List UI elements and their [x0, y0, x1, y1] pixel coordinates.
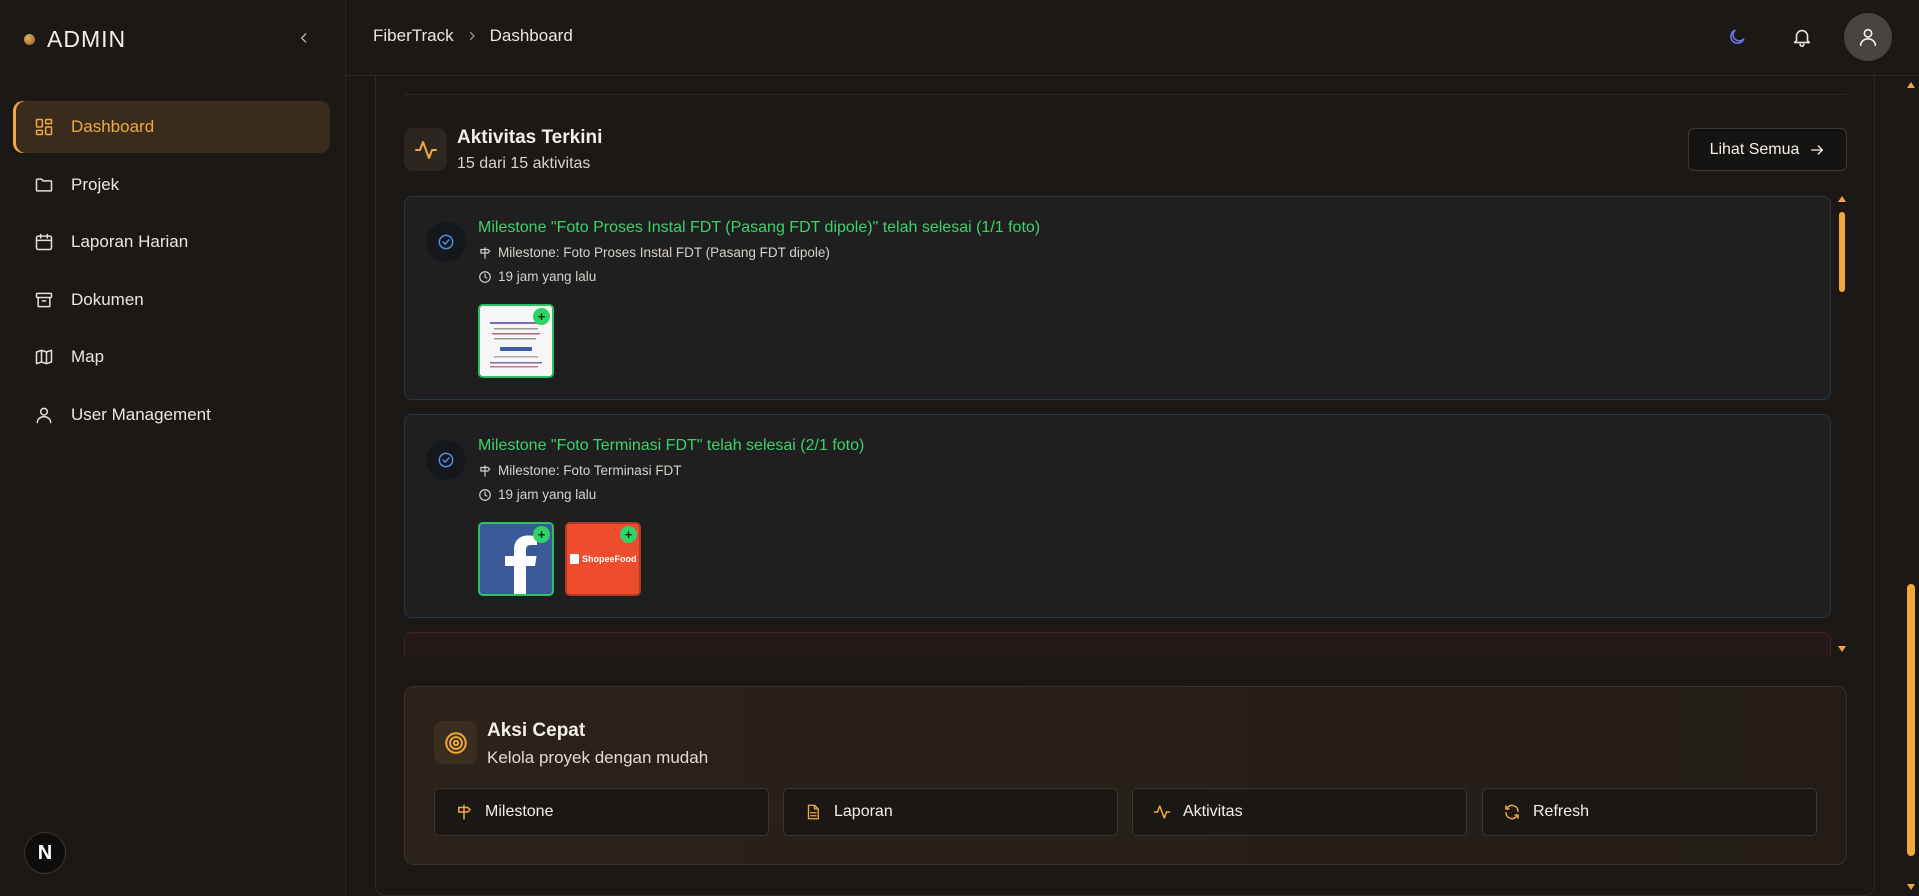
see-all-label: Lihat Semua [1709, 140, 1800, 158]
aktivitas-button-label: Aktivitas [1183, 803, 1243, 820]
breadcrumb: FiberTrack Dashboard [373, 26, 573, 46]
brand: ADMIN [24, 24, 126, 54]
arrow-right-icon [1811, 144, 1824, 155]
chevron-right-icon [466, 30, 478, 42]
signpost-icon [480, 464, 491, 477]
clock-icon [479, 270, 491, 283]
top-header: FiberTrack Dashboard [346, 0, 1919, 76]
quick-actions-subtitle: Kelola proyek dengan mudah [487, 748, 709, 767]
sidebar-item-user-management[interactable]: User Management [13, 389, 330, 441]
time-label: 19 jam yang lalu [498, 269, 597, 284]
plus-icon: + [620, 526, 637, 543]
shopeefood-logo-text: ShopeeFood [582, 554, 637, 564]
laporan-button-label: Laporan [834, 803, 893, 820]
sidebar-item-label: User Management [71, 404, 211, 424]
activity-time: 19 jam yang lalu [478, 487, 596, 502]
target-icon [444, 731, 467, 754]
activity-icon [1153, 805, 1171, 819]
scrollbar-thumb[interactable] [1907, 584, 1915, 856]
brand-logo-icon [24, 33, 35, 45]
check-circle-icon [426, 222, 466, 262]
scrollbar-thumb[interactable] [1839, 212, 1845, 292]
activity-card[interactable]: Milestone "Foto Terminasi FDT" telah sel… [404, 414, 1831, 618]
moon-icon [1730, 29, 1745, 44]
brand-title: ADMIN [47, 25, 127, 52]
activity-title: Aktivitas Terkini [457, 127, 603, 148]
grid-icon [33, 116, 55, 138]
milestone-button-label: Milestone [485, 803, 554, 820]
n-badge[interactable]: N [24, 832, 66, 874]
activity-feed[interactable]: Milestone "Foto Proses Instal FDT (Pasan… [404, 196, 1831, 656]
photo-thumbnail[interactable]: ShopeeFood + [565, 522, 641, 596]
scroll-up-icon [1838, 196, 1846, 202]
page-scrollbar[interactable] [1904, 76, 1918, 896]
refresh-button[interactable]: Refresh [1482, 788, 1817, 836]
scroll-down-icon [1838, 646, 1846, 652]
sidebar-nav: Dashboard Projek Laporan Harian Dokumen … [13, 101, 330, 446]
sidebar-item-label: Dashboard [71, 117, 155, 136]
clock-icon [479, 488, 491, 501]
theme-toggle-button[interactable] [1717, 17, 1757, 57]
folder-icon [33, 174, 55, 196]
activity-card[interactable]: Milestone "Foto Proses Instal FDT (Pasan… [404, 196, 1831, 400]
feed-scrollbar[interactable] [1838, 196, 1846, 652]
scroll-down-icon [1907, 884, 1915, 890]
sidebar-item-map[interactable]: Map [13, 331, 330, 383]
collapse-sidebar-button[interactable] [290, 24, 318, 52]
milestone-label: Milestone: Foto Proses Instal FDT (Pasan… [498, 245, 830, 260]
user-icon [33, 404, 55, 426]
activity-title-text: Milestone "Foto Terminasi FDT" telah sel… [478, 437, 865, 454]
photo-thumbnail[interactable]: + [478, 304, 554, 378]
user-avatar-button[interactable] [1844, 13, 1892, 61]
refresh-icon [1505, 804, 1519, 820]
activity-icon-box [404, 128, 447, 171]
signpost-icon [480, 246, 491, 259]
breadcrumb-item-fibertrack[interactable]: FiberTrack [373, 26, 454, 46]
scroll-up-icon [1907, 82, 1915, 88]
quick-actions-title: Aksi Cepat [487, 720, 586, 741]
aktivitas-button[interactable]: Aktivitas [1132, 788, 1467, 836]
check-circle-icon [426, 440, 466, 480]
activity-icon [414, 140, 437, 159]
divider [404, 94, 1846, 95]
milestone-button[interactable]: Milestone [434, 788, 769, 836]
activity-time: 19 jam yang lalu [478, 269, 596, 284]
file-text-icon [807, 804, 819, 820]
sidebar-item-laporan-harian[interactable]: Laporan Harian [13, 216, 330, 268]
activity-card[interactable] [404, 632, 1831, 656]
signpost-icon [458, 804, 472, 820]
sidebar-item-projek[interactable]: Projek [13, 159, 330, 211]
plus-icon: + [533, 526, 550, 543]
sidebar-item-dokumen[interactable]: Dokumen [13, 274, 330, 326]
photo-thumbnail[interactable]: + [478, 522, 554, 596]
plus-icon: + [533, 308, 550, 325]
sidebar-item-dashboard[interactable]: Dashboard [13, 101, 330, 153]
sidebar: ADMIN Dashboard Projek Laporan Harian Do… [0, 0, 346, 896]
activity-subtitle: 15 dari 15 aktivitas [457, 155, 591, 172]
target-icon-box [434, 721, 477, 764]
archive-icon [33, 289, 55, 311]
sidebar-item-label: Map [71, 347, 105, 366]
activity-milestone: Milestone: Foto Proses Instal FDT (Pasan… [478, 245, 830, 260]
notifications-button[interactable] [1782, 17, 1822, 57]
quick-actions-panel: Aksi Cepat Kelola proyek dengan mudah Mi… [404, 686, 1847, 865]
refresh-button-label: Refresh [1533, 803, 1590, 820]
sidebar-item-label: Laporan Harian [71, 232, 189, 251]
laporan-button[interactable]: Laporan [783, 788, 1118, 836]
map-icon [33, 346, 55, 368]
calendar-icon [33, 231, 55, 253]
sidebar-item-label: Projek [71, 174, 120, 194]
sidebar-item-label: Dokumen [71, 289, 144, 309]
activity-milestone: Milestone: Foto Terminasi FDT [478, 463, 682, 478]
chevron-left-icon [301, 33, 307, 43]
main-content: Aktivitas Terkini 15 dari 15 aktivitas L… [375, 76, 1875, 896]
time-label: 19 jam yang lalu [498, 487, 597, 502]
breadcrumb-item-dashboard: Dashboard [489, 26, 573, 45]
see-all-button[interactable]: Lihat Semua [1688, 128, 1847, 171]
milestone-label: Milestone: Foto Terminasi FDT [498, 463, 682, 478]
activity-title-text: Milestone "Foto Proses Instal FDT (Pasan… [478, 219, 1041, 236]
user-icon [1859, 28, 1877, 47]
bell-icon [1793, 29, 1811, 47]
